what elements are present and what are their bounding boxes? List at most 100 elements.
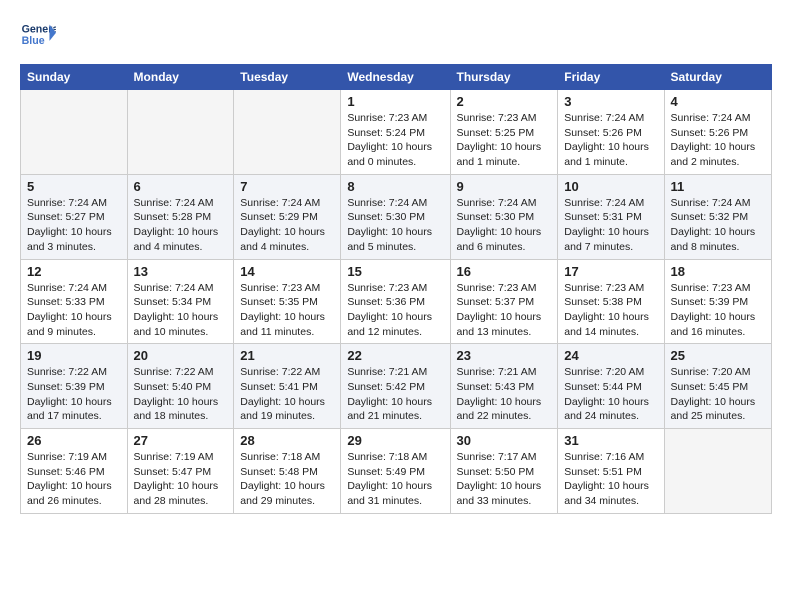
calendar-cell: 15 Sunrise: 7:23 AM Sunset: 5:36 PM Dayli… — [341, 259, 450, 344]
day-info: Sunrise: 7:16 AM Sunset: 5:51 PM Dayligh… — [564, 450, 657, 509]
logo: General Blue — [20, 18, 56, 54]
day-info: Sunrise: 7:23 AM Sunset: 5:24 PM Dayligh… — [347, 111, 443, 170]
calendar-cell: 9 Sunrise: 7:24 AM Sunset: 5:30 PM Daylig… — [450, 174, 558, 259]
day-info: Sunrise: 7:24 AM Sunset: 5:29 PM Dayligh… — [240, 196, 334, 255]
day-number: 9 — [457, 179, 552, 194]
calendar-table: SundayMondayTuesdayWednesdayThursdayFrid… — [20, 64, 772, 514]
calendar-cell — [234, 90, 341, 175]
day-number: 2 — [457, 94, 552, 109]
week-row-3: 12 Sunrise: 7:24 AM Sunset: 5:33 PM Dayli… — [21, 259, 772, 344]
day-number: 28 — [240, 433, 334, 448]
calendar-cell: 13 Sunrise: 7:24 AM Sunset: 5:34 PM Dayli… — [127, 259, 234, 344]
day-number: 23 — [457, 348, 552, 363]
day-info: Sunrise: 7:24 AM Sunset: 5:27 PM Dayligh… — [27, 196, 121, 255]
day-info: Sunrise: 7:17 AM Sunset: 5:50 PM Dayligh… — [457, 450, 552, 509]
day-number: 20 — [134, 348, 228, 363]
day-number: 29 — [347, 433, 443, 448]
calendar-cell: 22 Sunrise: 7:21 AM Sunset: 5:42 PM Dayli… — [341, 344, 450, 429]
day-number: 14 — [240, 264, 334, 279]
calendar-cell: 11 Sunrise: 7:24 AM Sunset: 5:32 PM Dayli… — [664, 174, 771, 259]
week-row-1: 1 Sunrise: 7:23 AM Sunset: 5:24 PM Daylig… — [21, 90, 772, 175]
calendar-cell: 26 Sunrise: 7:19 AM Sunset: 5:46 PM Dayli… — [21, 429, 128, 514]
calendar-cell: 20 Sunrise: 7:22 AM Sunset: 5:40 PM Dayli… — [127, 344, 234, 429]
day-info: Sunrise: 7:22 AM Sunset: 5:39 PM Dayligh… — [27, 365, 121, 424]
day-number: 6 — [134, 179, 228, 194]
day-info: Sunrise: 7:23 AM Sunset: 5:38 PM Dayligh… — [564, 281, 657, 340]
day-number: 11 — [671, 179, 765, 194]
week-row-4: 19 Sunrise: 7:22 AM Sunset: 5:39 PM Dayli… — [21, 344, 772, 429]
calendar-cell — [21, 90, 128, 175]
calendar-cell: 30Sunrise: 7:17 AM Sunset: 5:50 PM Dayli… — [450, 429, 558, 514]
day-number: 13 — [134, 264, 228, 279]
day-info: Sunrise: 7:24 AM Sunset: 5:32 PM Dayligh… — [671, 196, 765, 255]
svg-text:Blue: Blue — [22, 35, 45, 47]
day-info: Sunrise: 7:24 AM Sunset: 5:33 PM Dayligh… — [27, 281, 121, 340]
calendar-cell: 1 Sunrise: 7:23 AM Sunset: 5:24 PM Daylig… — [341, 90, 450, 175]
calendar-cell: 31 Sunrise: 7:16 AM Sunset: 5:51 PM Dayli… — [558, 429, 664, 514]
day-number: 10 — [564, 179, 657, 194]
calendar-cell: 10 Sunrise: 7:24 AM Sunset: 5:31 PM Dayli… — [558, 174, 664, 259]
weekday-header-thursday: Thursday — [450, 65, 558, 90]
day-number: 24 — [564, 348, 657, 363]
weekday-header-friday: Friday — [558, 65, 664, 90]
calendar-cell: 29Sunrise: 7:18 AM Sunset: 5:49 PM Dayli… — [341, 429, 450, 514]
weekday-header-row: SundayMondayTuesdayWednesdayThursdayFrid… — [21, 65, 772, 90]
day-info: Sunrise: 7:20 AM Sunset: 5:45 PM Dayligh… — [671, 365, 765, 424]
weekday-header-wednesday: Wednesday — [341, 65, 450, 90]
calendar-cell — [127, 90, 234, 175]
day-number: 3 — [564, 94, 657, 109]
weekday-header-sunday: Sunday — [21, 65, 128, 90]
day-info: Sunrise: 7:22 AM Sunset: 5:40 PM Dayligh… — [134, 365, 228, 424]
day-number: 26 — [27, 433, 121, 448]
day-info: Sunrise: 7:24 AM Sunset: 5:31 PM Dayligh… — [564, 196, 657, 255]
day-number: 22 — [347, 348, 443, 363]
day-number: 25 — [671, 348, 765, 363]
day-info: Sunrise: 7:19 AM Sunset: 5:46 PM Dayligh… — [27, 450, 121, 509]
weekday-header-monday: Monday — [127, 65, 234, 90]
day-number: 19 — [27, 348, 121, 363]
day-number: 12 — [27, 264, 121, 279]
day-number: 1 — [347, 94, 443, 109]
day-info: Sunrise: 7:18 AM Sunset: 5:48 PM Dayligh… — [240, 450, 334, 509]
page: General Blue SundayMondayTuesdayWednesda… — [0, 0, 792, 532]
day-number: 31 — [564, 433, 657, 448]
calendar-cell: 18 Sunrise: 7:23 AM Sunset: 5:39 PM Dayli… — [664, 259, 771, 344]
calendar-cell: 16 Sunrise: 7:23 AM Sunset: 5:37 PM Dayli… — [450, 259, 558, 344]
day-info: Sunrise: 7:24 AM Sunset: 5:30 PM Dayligh… — [347, 196, 443, 255]
calendar-cell: 2 Sunrise: 7:23 AM Sunset: 5:25 PM Daylig… — [450, 90, 558, 175]
day-info: Sunrise: 7:23 AM Sunset: 5:25 PM Dayligh… — [457, 111, 552, 170]
day-number: 7 — [240, 179, 334, 194]
day-info: Sunrise: 7:23 AM Sunset: 5:36 PM Dayligh… — [347, 281, 443, 340]
calendar-cell: 28 Sunrise: 7:18 AM Sunset: 5:48 PM Dayli… — [234, 429, 341, 514]
calendar-cell: 23Sunrise: 7:21 AM Sunset: 5:43 PM Dayli… — [450, 344, 558, 429]
calendar-cell: 7 Sunrise: 7:24 AM Sunset: 5:29 PM Daylig… — [234, 174, 341, 259]
day-number: 5 — [27, 179, 121, 194]
day-number: 4 — [671, 94, 765, 109]
day-number: 17 — [564, 264, 657, 279]
calendar-cell: 17 Sunrise: 7:23 AM Sunset: 5:38 PM Dayli… — [558, 259, 664, 344]
calendar-cell: 24 Sunrise: 7:20 AM Sunset: 5:44 PM Dayli… — [558, 344, 664, 429]
calendar-cell: 3 Sunrise: 7:24 AM Sunset: 5:26 PM Daylig… — [558, 90, 664, 175]
day-info: Sunrise: 7:19 AM Sunset: 5:47 PM Dayligh… — [134, 450, 228, 509]
day-info: Sunrise: 7:20 AM Sunset: 5:44 PM Dayligh… — [564, 365, 657, 424]
calendar-cell: 8 Sunrise: 7:24 AM Sunset: 5:30 PM Daylig… — [341, 174, 450, 259]
day-info: Sunrise: 7:24 AM Sunset: 5:30 PM Dayligh… — [457, 196, 552, 255]
day-number: 27 — [134, 433, 228, 448]
day-number: 8 — [347, 179, 443, 194]
day-number: 18 — [671, 264, 765, 279]
calendar-cell: 19 Sunrise: 7:22 AM Sunset: 5:39 PM Dayli… — [21, 344, 128, 429]
day-info: Sunrise: 7:23 AM Sunset: 5:39 PM Dayligh… — [671, 281, 765, 340]
day-number: 15 — [347, 264, 443, 279]
day-info: Sunrise: 7:23 AM Sunset: 5:35 PM Dayligh… — [240, 281, 334, 340]
day-number: 16 — [457, 264, 552, 279]
day-info: Sunrise: 7:24 AM Sunset: 5:26 PM Dayligh… — [564, 111, 657, 170]
week-row-5: 26 Sunrise: 7:19 AM Sunset: 5:46 PM Dayli… — [21, 429, 772, 514]
weekday-header-tuesday: Tuesday — [234, 65, 341, 90]
week-row-2: 5 Sunrise: 7:24 AM Sunset: 5:27 PM Daylig… — [21, 174, 772, 259]
day-info: Sunrise: 7:23 AM Sunset: 5:37 PM Dayligh… — [457, 281, 552, 340]
day-number: 21 — [240, 348, 334, 363]
day-info: Sunrise: 7:21 AM Sunset: 5:42 PM Dayligh… — [347, 365, 443, 424]
calendar-cell: 5 Sunrise: 7:24 AM Sunset: 5:27 PM Daylig… — [21, 174, 128, 259]
day-info: Sunrise: 7:24 AM Sunset: 5:34 PM Dayligh… — [134, 281, 228, 340]
day-info: Sunrise: 7:22 AM Sunset: 5:41 PM Dayligh… — [240, 365, 334, 424]
